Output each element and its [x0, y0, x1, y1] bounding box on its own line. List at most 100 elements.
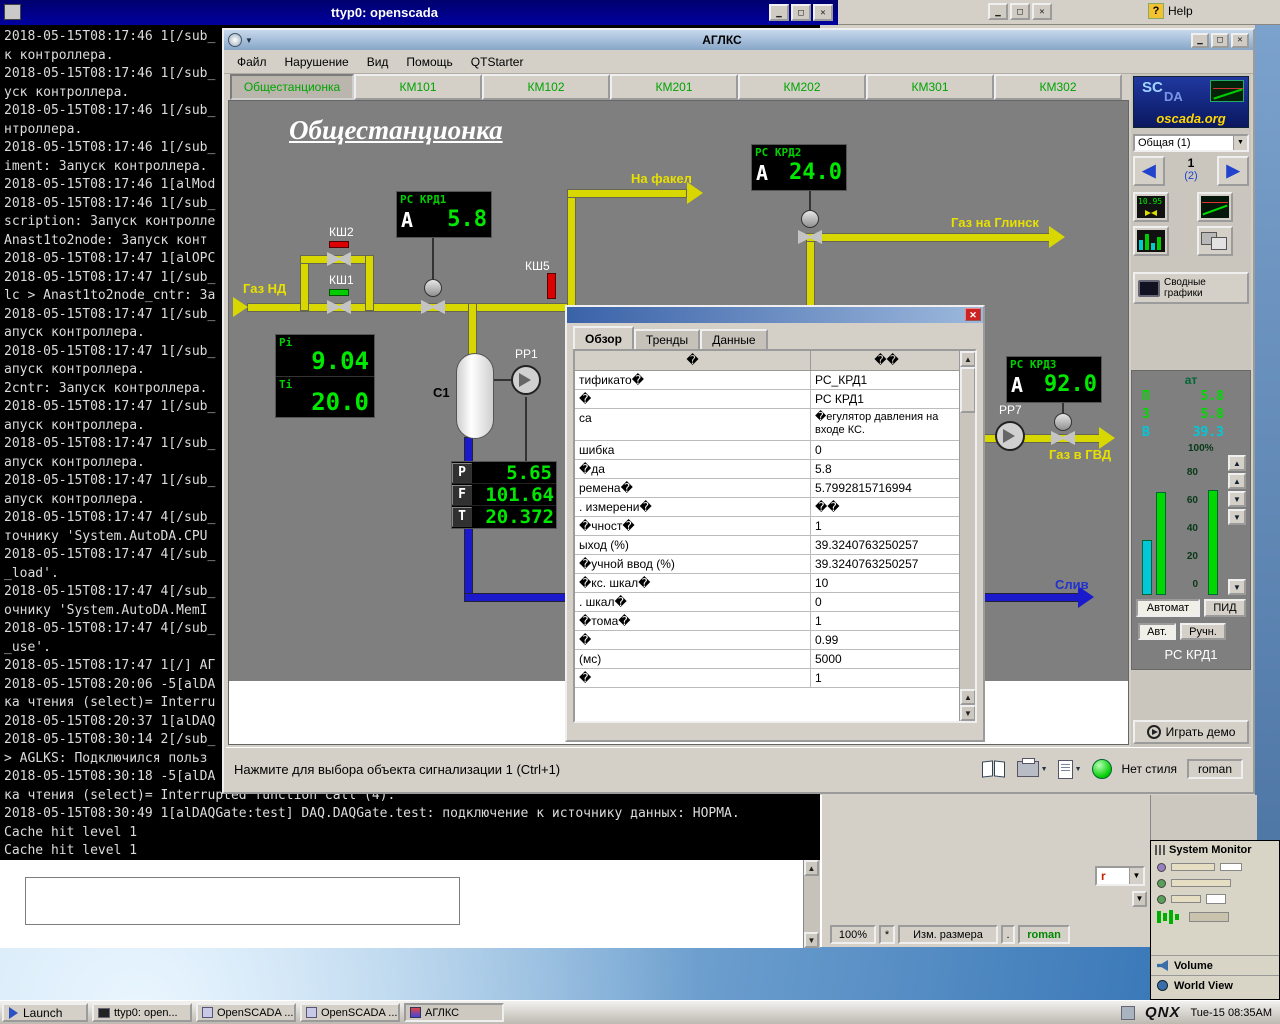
- table-row[interactable]: ремена�5.7992815716994: [575, 479, 963, 498]
- launch-button[interactable]: Launch: [2, 1003, 88, 1022]
- mode-pid-button[interactable]: ПИД: [1204, 599, 1246, 617]
- world-view-item[interactable]: World View: [1151, 975, 1279, 995]
- menu-qtstarter[interactable]: QTStarter: [462, 52, 533, 72]
- tab-km201[interactable]: КМ201: [610, 74, 738, 100]
- monitor-row[interactable]: [1151, 875, 1279, 891]
- chevron-down-icon[interactable]: ▼: [1075, 766, 1082, 773]
- tab-obshestancionka[interactable]: Общестанционка: [230, 74, 354, 100]
- monitor-row[interactable]: [1151, 859, 1279, 875]
- setpoint-up-button[interactable]: ▲: [1228, 455, 1246, 471]
- pump-pp7[interactable]: [995, 421, 1025, 451]
- font-combo[interactable]: r ▼: [1095, 866, 1145, 886]
- minimize-button[interactable]: ▁: [988, 3, 1008, 20]
- tab-km202[interactable]: КМ202: [738, 74, 866, 100]
- minimize-button[interactable]: ▁: [1191, 33, 1209, 48]
- export-button[interactable]: ▼: [1058, 760, 1082, 779]
- mode-ruch-button[interactable]: Ручн.: [1180, 623, 1226, 640]
- scroll-thumb[interactable]: [960, 367, 976, 413]
- aglks-titlebar[interactable]: ▼ АГЛКС ▁ □ ✕: [224, 30, 1253, 50]
- table-row[interactable]: �0.99: [575, 631, 963, 650]
- mini-scrollbar[interactable]: ▼: [1132, 891, 1147, 907]
- window-menu-icon[interactable]: [228, 33, 242, 47]
- close-button[interactable]: ✕: [1231, 33, 1249, 48]
- terminal-window-icon[interactable]: [4, 4, 21, 20]
- text-box[interactable]: [25, 877, 460, 925]
- meter-widget-button[interactable]: 10.95: [1133, 192, 1169, 222]
- task-aglks[interactable]: АГЛКС: [404, 1003, 504, 1022]
- tab-km102[interactable]: КМ102: [482, 74, 610, 100]
- table-row[interactable]: �кс. шкал�10: [575, 574, 963, 593]
- task-openscada-2[interactable]: OpenSCADA ...: [300, 1003, 400, 1022]
- display-pft[interactable]: P 5.65 F 101.64 T 20.372: [451, 461, 557, 529]
- tab-km302[interactable]: КМ302: [994, 74, 1122, 100]
- menu-file[interactable]: Файл: [228, 52, 276, 72]
- table-row[interactable]: . измерени���: [575, 498, 963, 517]
- setpoint-up-button[interactable]: ▲: [1228, 473, 1246, 489]
- table-row[interactable]: �1: [575, 669, 963, 688]
- summary-graphs-button[interactable]: Сводные графики: [1133, 272, 1249, 304]
- table-scrollbar[interactable]: ▲ ▲ ▼: [959, 351, 975, 721]
- panels-widget-button[interactable]: [1197, 226, 1233, 256]
- chevron-down-icon[interactable]: ▼: [1041, 766, 1048, 773]
- chevron-down-icon[interactable]: ▼: [1129, 868, 1143, 884]
- tab-km301[interactable]: КМ301: [866, 74, 994, 100]
- taskbar-clock[interactable]: Tue-15 08:35AM: [1190, 1007, 1272, 1019]
- scroll-up-icon[interactable]: ▲: [960, 689, 976, 705]
- view-select[interactable]: Общая (1) ▼: [1133, 134, 1249, 152]
- tab-overview[interactable]: Обзор: [573, 326, 634, 349]
- mode-auto-button[interactable]: Автомат: [1136, 599, 1200, 617]
- column-header[interactable]: ��: [811, 351, 963, 371]
- mode-avt-button[interactable]: Авт.: [1138, 623, 1176, 640]
- table-row[interactable]: �да5.8: [575, 460, 963, 479]
- table-row[interactable]: �учной ввод (%)39.3240763250257: [575, 555, 963, 574]
- scroll-up-icon[interactable]: ▲: [804, 860, 819, 876]
- scrollbar-vertical[interactable]: ▲ ▼: [803, 860, 820, 948]
- table-row[interactable]: (мс)5000: [575, 650, 963, 669]
- task-terminal[interactable]: ttyp0: open...: [92, 1003, 192, 1022]
- task-openscada-1[interactable]: OpenSCADA ...: [196, 1003, 296, 1022]
- maximize-button[interactable]: □: [791, 4, 811, 21]
- menu-help[interactable]: Помощь: [397, 52, 461, 72]
- table-row[interactable]: тификато�РС_КРД1: [575, 371, 963, 390]
- equalizer-widget-button[interactable]: [1133, 226, 1169, 256]
- dialog-titlebar[interactable]: ✕: [567, 307, 983, 323]
- trend-widget-button[interactable]: [1197, 192, 1233, 222]
- caret-icon[interactable]: ▼: [245, 36, 253, 45]
- tray-icon[interactable]: [1121, 1006, 1135, 1020]
- user-box[interactable]: roman: [1187, 759, 1243, 779]
- scroll-up-icon[interactable]: ▲: [960, 351, 976, 367]
- terminal-titlebar[interactable]: ttyp0: openscada ▁ □ ✕: [0, 0, 838, 25]
- dialog-close-icon[interactable]: ✕: [965, 308, 981, 321]
- maximize-button[interactable]: □: [1211, 33, 1229, 48]
- column-header[interactable]: �: [575, 351, 811, 371]
- table-row[interactable]: . шкал�0: [575, 593, 963, 612]
- table-row[interactable]: ыход (%)39.3240763250257: [575, 536, 963, 555]
- setpoint-down-button[interactable]: ▼: [1228, 509, 1246, 525]
- table-row[interactable]: са�егулятор давления на входе КС.: [575, 409, 963, 441]
- monitor-row[interactable]: [1151, 891, 1279, 907]
- setpoint-down-button[interactable]: ▼: [1228, 491, 1246, 507]
- close-button[interactable]: ✕: [1032, 3, 1052, 20]
- tab-data[interactable]: Данные: [700, 329, 767, 349]
- next-page-button[interactable]: ▶: [1217, 156, 1249, 186]
- maximize-button[interactable]: □: [1010, 3, 1030, 20]
- table-row[interactable]: �чност�1: [575, 517, 963, 536]
- tab-trends[interactable]: Тренды: [634, 329, 700, 349]
- close-button[interactable]: ✕: [813, 4, 833, 21]
- display-krd2[interactable]: РС КРД2 A 24.0: [751, 144, 847, 191]
- display-krd3[interactable]: РС КРД3 A 92.0: [1006, 356, 1102, 403]
- prev-page-button[interactable]: ◀: [1133, 156, 1165, 186]
- menu-view[interactable]: Вид: [358, 52, 398, 72]
- print-button[interactable]: ▼: [1017, 761, 1048, 777]
- status-led[interactable]: [1092, 759, 1112, 779]
- display-pi-ti[interactable]: Pi 9.04 Ti 20.0: [275, 334, 375, 418]
- setpoint-bottom-button[interactable]: ▼: [1228, 579, 1246, 595]
- scroll-down-icon[interactable]: ▼: [804, 932, 819, 948]
- minimize-button[interactable]: ▁: [769, 4, 789, 21]
- volume-item[interactable]: Volume: [1151, 955, 1279, 975]
- table-row[interactable]: �тома�1: [575, 612, 963, 631]
- doc-book-button[interactable]: [981, 758, 1007, 780]
- pump-pp1[interactable]: [511, 365, 541, 395]
- scroll-down-icon[interactable]: ▼: [960, 705, 976, 721]
- monitor-row[interactable]: [1151, 907, 1279, 927]
